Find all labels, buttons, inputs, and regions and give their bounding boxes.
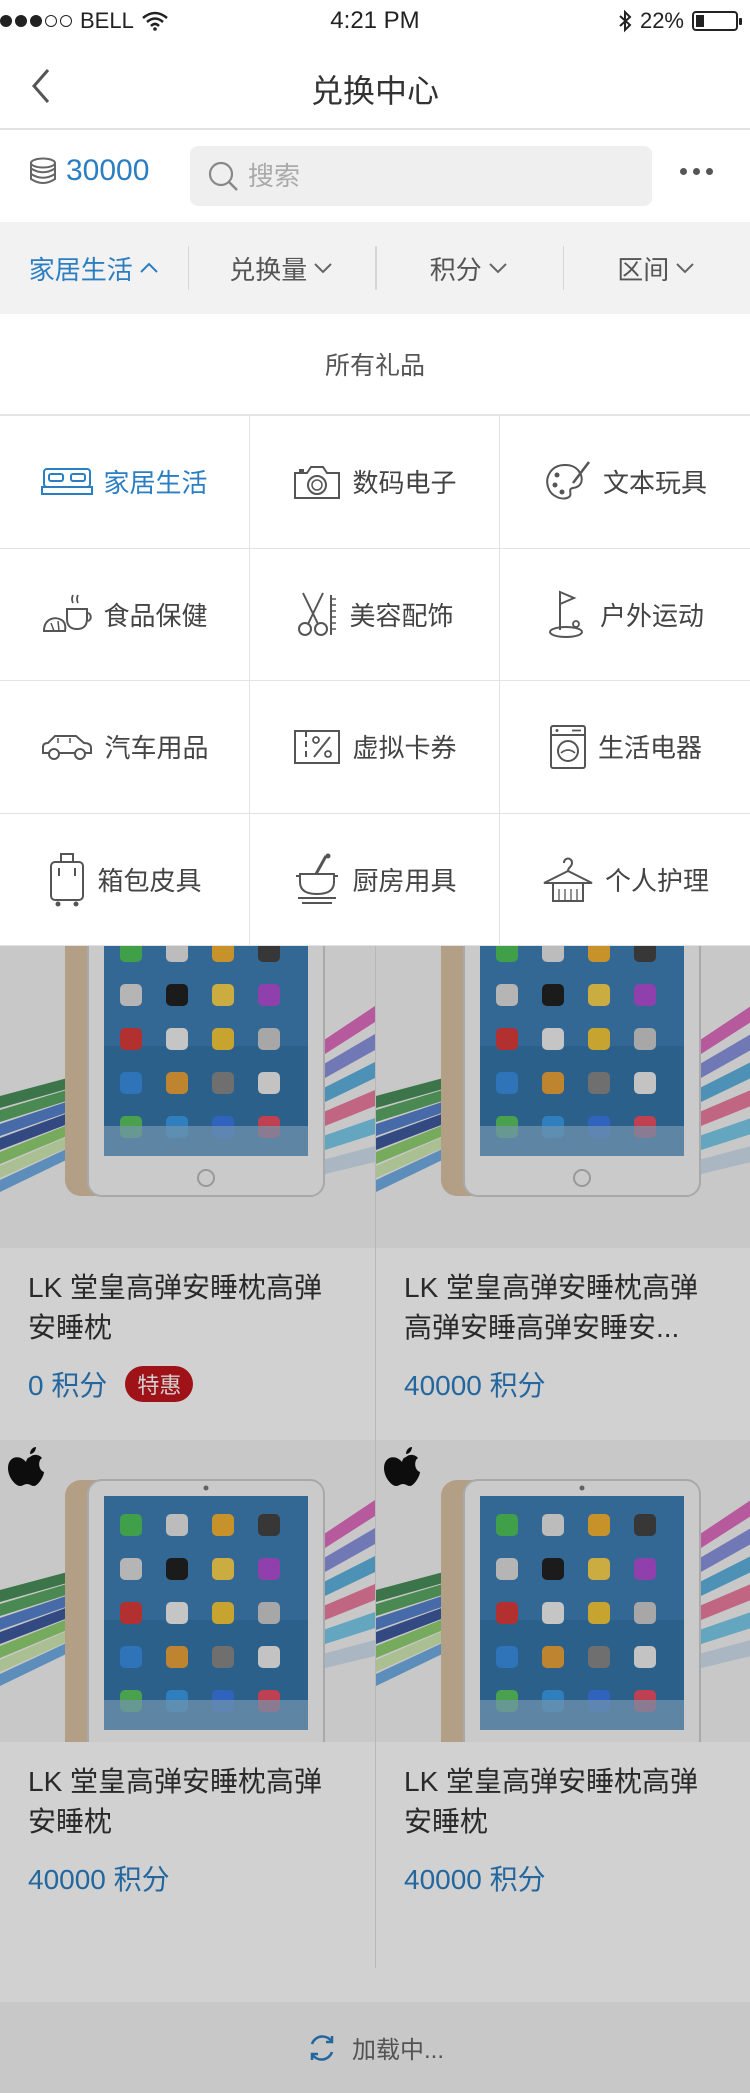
points-search-row: 30000 <box>0 130 750 222</box>
battery-percent: 22% <box>639 8 684 33</box>
kitchen-icon <box>296 853 339 905</box>
category-beauty-accessories[interactable]: 美容配饰 <box>250 548 500 681</box>
camera-icon <box>294 465 341 499</box>
category-label: 文本玩具 <box>602 468 707 499</box>
category-label: 虚拟卡券 <box>352 733 457 764</box>
product-card[interactable]: LK 堂皇高弹安睡枕高弹安睡枕 40000 积分 <box>0 1440 375 1968</box>
chevron-up-icon <box>140 262 158 273</box>
category-grid: 家居生活 数码电子 文本玩具 食品保健 美容配饰 户外运动 汽车用品 虚拟卡券 … <box>0 416 750 946</box>
car-icon <box>42 734 93 760</box>
filter-bar: 家居生活 兑换量 积分 区间 <box>0 222 750 314</box>
product-image <box>0 946 375 1248</box>
points-value: 30000 <box>66 154 150 187</box>
filter-range[interactable]: 区间 <box>562 222 750 314</box>
category-label: 食品保健 <box>103 600 208 631</box>
category-personal-care[interactable]: 个人护理 <box>500 814 750 946</box>
product-image <box>0 1440 375 1742</box>
category-label: 个人护理 <box>604 865 709 896</box>
category-stationery-toys[interactable]: 文本玩具 <box>500 416 750 549</box>
category-kitchenware[interactable]: 厨房用具 <box>250 813 500 946</box>
washing-machine-icon <box>549 724 586 769</box>
category-home-living[interactable]: 家居生活 <box>0 416 250 549</box>
filter-points[interactable]: 积分 <box>375 222 563 314</box>
category-virtual-coupons[interactable]: 虚拟卡券 <box>250 681 500 814</box>
product-image <box>376 946 750 1248</box>
category-digital[interactable]: 数码电子 <box>250 416 500 549</box>
product-card[interactable]: LK 堂皇高弹安睡枕高弹安睡枕 0 积分 特惠 <box>0 946 375 1474</box>
bed-icon <box>41 467 94 495</box>
page-title: 兑换中心 <box>310 73 439 109</box>
loading-text: 加载中... <box>351 2037 444 2064</box>
palette-icon <box>546 460 590 500</box>
search-icon <box>208 161 238 191</box>
filter-category[interactable]: 家居生活 <box>0 222 188 314</box>
scissors-icon <box>298 592 337 637</box>
loading-indicator: 加载中... <box>0 2002 750 2093</box>
filter-label: 积分 <box>429 254 482 285</box>
product-price-row: 40000 积分 <box>404 1858 546 1898</box>
product-price-row: 0 积分 特惠 <box>28 1364 194 1404</box>
status-right: 22% <box>618 8 742 34</box>
all-gifts-option[interactable]: 所有礼品 <box>0 314 750 416</box>
chevron-down-icon <box>676 263 694 274</box>
product-name: LK 堂皇高弹安睡枕高弹安睡枕 <box>28 1272 323 1343</box>
coins-icon <box>30 157 56 184</box>
category-label: 厨房用具 <box>352 865 457 896</box>
navigation-bar: 兑换中心 <box>0 42 750 130</box>
category-auto[interactable]: 汽车用品 <box>0 681 250 814</box>
filter-redemptions[interactable]: 兑换量 <box>187 222 376 314</box>
category-outdoor-sports[interactable]: 户外运动 <box>500 549 750 681</box>
coupon-icon <box>294 729 341 764</box>
product-grid: LK 堂皇高弹安睡枕高弹安睡枕 0 积分 特惠 LK 堂皇高弹安睡枕高弹高弹安睡… <box>0 946 750 2002</box>
suitcase-icon <box>50 853 85 907</box>
search-box[interactable] <box>190 146 652 206</box>
category-label: 箱包皮具 <box>97 865 202 896</box>
chevron-down-icon <box>489 263 507 274</box>
product-price-row: 40000 积分 <box>28 1858 170 1898</box>
food-icon <box>43 594 93 633</box>
status-bar: BELL 4:21 PM 22% <box>0 0 750 42</box>
product-name: LK 堂皇高弹安睡枕高弹安睡枕 <box>28 1766 323 1837</box>
category-label: 数码电子 <box>352 468 457 499</box>
category-luggage-leather[interactable]: 箱包皮具 <box>0 813 250 946</box>
product-price-row: 40000 积分 <box>404 1364 546 1404</box>
category-label: 美容配饰 <box>349 600 454 631</box>
product-card[interactable]: LK 堂皇高弹安睡枕高弹高弹安睡高弹安睡安... 40000 积分 <box>375 946 750 1474</box>
product-price: 40000 积分 <box>404 1370 546 1401</box>
category-label: 户外运动 <box>599 600 704 631</box>
product-price: 40000 积分 <box>28 1864 170 1895</box>
category-food-health[interactable]: 食品保健 <box>0 548 250 681</box>
filter-label: 区间 <box>617 254 670 285</box>
category-appliances[interactable]: 生活电器 <box>500 681 750 814</box>
category-label: 汽车用品 <box>104 733 209 764</box>
discount-badge: 特惠 <box>125 1366 194 1402</box>
category-label: 家居生活 <box>103 468 208 499</box>
filter-label: 家居生活 <box>28 254 133 285</box>
product-name: LK 堂皇高弹安睡枕高弹高弹安睡高弹安睡安... <box>404 1272 699 1343</box>
spinner-icon <box>310 2034 334 2061</box>
product-image <box>376 1440 750 1742</box>
more-options-button[interactable] <box>680 168 713 175</box>
battery-icon <box>692 11 742 31</box>
chevron-down-icon <box>314 263 332 274</box>
golf-flag-icon <box>548 590 583 639</box>
bluetooth-icon <box>619 9 632 33</box>
points-balance: 30000 <box>28 154 149 188</box>
product-price: 0 积分 <box>28 1370 108 1401</box>
product-card[interactable]: LK 堂皇高弹安睡枕高弹安睡枕 40000 积分 <box>375 1440 750 1968</box>
search-input[interactable] <box>248 146 628 206</box>
category-label: 生活电器 <box>597 733 702 764</box>
hanger-icon <box>543 857 593 903</box>
filter-label: 兑换量 <box>229 254 308 285</box>
product-price: 40000 积分 <box>404 1864 546 1895</box>
product-name: LK 堂皇高弹安睡枕高弹安睡枕 <box>404 1766 699 1837</box>
